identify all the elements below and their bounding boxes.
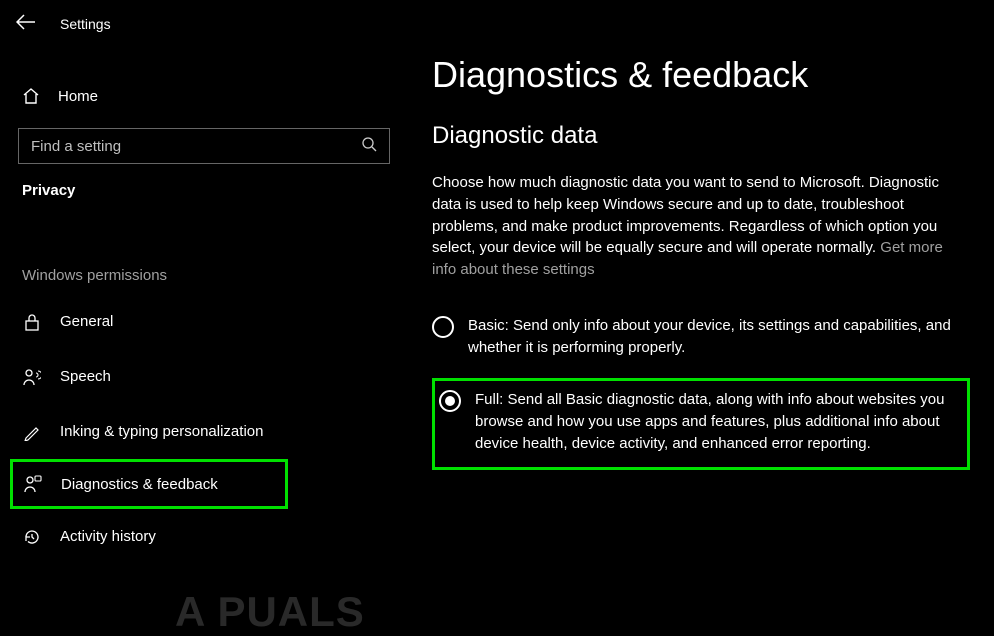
- search-icon: [361, 136, 377, 157]
- sidebar: Settings Home Privacy Windows permission…: [0, 0, 408, 626]
- person-speech-icon: [22, 368, 42, 386]
- back-arrow-icon[interactable]: [16, 14, 36, 34]
- pen-icon: [22, 423, 42, 441]
- sidebar-item-inking[interactable]: Inking & typing personalization: [0, 404, 408, 459]
- description-body: Choose how much diagnostic data you want…: [432, 174, 939, 256]
- search-box[interactable]: [18, 128, 390, 164]
- feedback-icon: [23, 475, 43, 493]
- history-icon: [22, 528, 42, 546]
- sidebar-home[interactable]: Home: [0, 74, 408, 118]
- section-title: Diagnostic data: [432, 122, 970, 150]
- sidebar-item-label: Inking & typing personalization: [60, 423, 263, 440]
- page-title: Diagnostics & feedback: [432, 54, 970, 96]
- topbar: Settings: [0, 0, 408, 48]
- radio-label: Basic: Send only info about your device,…: [468, 315, 966, 359]
- lock-icon: [22, 313, 42, 331]
- sidebar-item-speech[interactable]: Speech: [0, 349, 408, 404]
- radio-icon: [439, 390, 461, 412]
- radio-option-full[interactable]: Full: Send all Basic diagnostic data, al…: [432, 378, 970, 469]
- sidebar-item-label: Diagnostics & feedback: [61, 476, 218, 493]
- diagnostic-radio-group: Basic: Send only info about your device,…: [432, 309, 970, 470]
- home-label: Home: [58, 88, 98, 105]
- radio-dot-icon: [445, 396, 455, 406]
- radio-icon: [432, 316, 454, 338]
- sidebar-item-label: Activity history: [60, 528, 156, 545]
- description-text: Choose how much diagnostic data you want…: [432, 172, 970, 281]
- sidebar-item-general[interactable]: General: [0, 294, 408, 349]
- radio-label: Full: Send all Basic diagnostic data, al…: [475, 389, 961, 454]
- category-title: Privacy: [0, 164, 408, 209]
- sidebar-item-label: Speech: [60, 368, 111, 385]
- sidebar-item-diagnostics[interactable]: Diagnostics & feedback: [10, 459, 288, 509]
- radio-option-basic[interactable]: Basic: Send only info about your device,…: [432, 309, 970, 369]
- main-content: Diagnostics & feedback Diagnostic data C…: [408, 0, 994, 626]
- group-title: Windows permissions: [0, 267, 408, 294]
- sidebar-item-label: General: [60, 313, 113, 330]
- app-title: Settings: [60, 16, 111, 32]
- sidebar-item-activity[interactable]: Activity history: [0, 509, 408, 564]
- search-input[interactable]: [31, 138, 361, 155]
- home-icon: [22, 87, 40, 105]
